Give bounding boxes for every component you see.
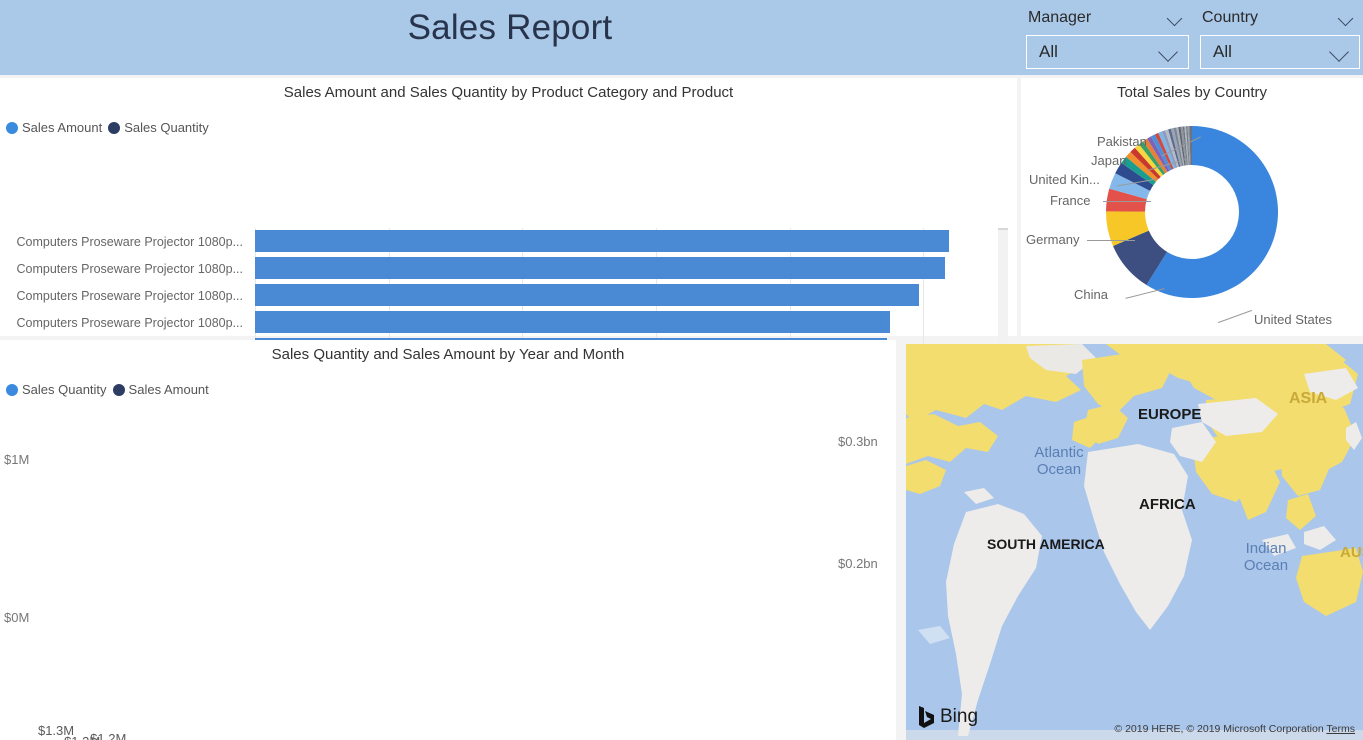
product-bar-track <box>255 309 1003 336</box>
donut-svg <box>1106 126 1278 298</box>
chevron-down-icon[interactable] <box>1167 10 1183 26</box>
trend-left-axis-tick: $0M <box>4 610 30 625</box>
country-donut[interactable]: Pakistan Japan United Kin... France Germany C… <box>1021 100 1363 345</box>
trend-chart-card[interactable]: Sales Quantity and Sales Amount by Year … <box>0 340 896 740</box>
map-label-africa: AFRICA <box>1139 496 1196 513</box>
legend-item-sales-amount[interactable]: Sales Amount <box>112 382 209 397</box>
map-label-australia: AUS <box>1340 544 1363 561</box>
legend-item-sales-quantity[interactable]: Sales Quantity <box>6 382 107 397</box>
trend-left-axis-tick: $1M <box>4 452 30 468</box>
bing-icon <box>919 706 934 728</box>
product-bar-category-label: Computers Proseware Projector 1080p... <box>16 234 244 249</box>
product-bar-row[interactable]: Computers Proseware Projector 1080p... <box>0 255 1003 282</box>
country-donut-chart-card[interactable]: Total Sales by Country Pakistan Japan Unit… <box>1021 78 1363 336</box>
bing-logo[interactable]: Bing <box>918 706 978 728</box>
slicer-country-value: All <box>1213 42 1232 61</box>
slicer-country-label: Country <box>1202 9 1259 26</box>
donut-leader-line <box>1087 240 1135 241</box>
gridline <box>923 309 925 336</box>
dashboard-header: Sales Report Manager All Country All <box>0 0 1363 75</box>
legend-dot-icon <box>108 121 121 134</box>
map-label-atlantic-ocean: Atlantic Ocean <box>1014 444 1104 479</box>
product-bar-track <box>255 255 1003 282</box>
donut-leader-line <box>1103 201 1151 202</box>
product-bar-category-label: Computers Proseware Projector 1080p... <box>16 315 244 330</box>
gridline <box>923 282 925 309</box>
trend-right-axis-tick: $0.2bn <box>838 555 878 571</box>
donut-label-germany: Germany <box>1026 232 1080 247</box>
page-title: Sales Report <box>407 8 613 47</box>
slicer-manager-header[interactable]: Manager <box>1026 6 1189 30</box>
trend-chart-title: Sales Quantity and Sales Amount by Year … <box>271 346 625 363</box>
donut-label-china: China <box>1074 287 1108 302</box>
slicer-manager-label: Manager <box>1028 9 1092 26</box>
donut-label-japan: Japan <box>1091 153 1127 168</box>
product-bar-track <box>255 228 1003 255</box>
product-bar-fill[interactable] <box>255 284 920 306</box>
trend-chart-legend: Sales Quantity Sales Amount <box>6 382 209 397</box>
chevron-down-icon[interactable] <box>1158 42 1178 62</box>
map-terms-link[interactable]: Terms <box>1326 723 1355 735</box>
map-label-indian-ocean: Indian Ocean <box>1226 540 1306 575</box>
map-attribution: © 2019 HERE, © 2019 Microsoft Corporatio… <box>1114 723 1355 735</box>
world-map-visual[interactable]: EUROPE ASIA AFRICA SOUTH AMERICA AUS Atl… <box>906 344 1363 740</box>
product-bar-track <box>255 282 1003 309</box>
legend-label: Sales Quantity <box>22 382 107 397</box>
chevron-down-icon[interactable] <box>1338 10 1354 26</box>
product-bar-chart-title: Sales Amount and Sales Quantity by Produ… <box>283 84 734 101</box>
dashboard-page: Sales Report Manager All Country All Sal <box>0 0 1363 740</box>
product-chart-legend: Sales Amount Sales Quantity <box>6 120 209 135</box>
slicer-manager[interactable]: Manager All <box>1026 6 1189 69</box>
trend-right-axis-tick: $0.3bn <box>838 434 878 450</box>
product-bar-row[interactable]: Computers Proseware Projector 1080p... <box>0 228 1003 255</box>
donut-label-france: France <box>1050 193 1091 208</box>
slicer-country[interactable]: Country All <box>1200 6 1360 69</box>
legend-item-sales-amount[interactable]: Sales Amount <box>6 120 102 135</box>
map-attribution-text: © 2019 HERE, © 2019 Microsoft Corporatio… <box>1114 723 1324 735</box>
country-chart-title: Total Sales by Country <box>1116 84 1268 101</box>
legend-item-sales-quantity[interactable]: Sales Quantity <box>108 120 209 135</box>
ocean-line-2: Ocean <box>1036 461 1082 479</box>
map-label-south-america: SOUTH AMERICA <box>987 536 1105 552</box>
product-bar-category-label: Computers Proseware Projector 1080p... <box>16 261 244 276</box>
product-bar-chart-card[interactable]: Sales Amount and Sales Quantity by Produ… <box>0 78 1017 397</box>
map-label-europe: EUROPE <box>1138 406 1202 423</box>
legend-dot-icon <box>6 383 18 396</box>
legend-dot-icon <box>112 383 125 396</box>
legend-label: Sales Amount <box>128 382 209 397</box>
map-label-asia: ASIA <box>1289 390 1328 407</box>
product-bar-category-label: Computers Proseware Projector 1080p... <box>16 288 244 303</box>
slicer-manager-value: All <box>1039 42 1058 61</box>
product-bar-fill[interactable] <box>255 257 945 279</box>
legend-label: Sales Amount <box>22 120 103 135</box>
legend-label: Sales Quantity <box>124 120 209 135</box>
donut-label-united-kingdom: United Kin... <box>1029 172 1100 187</box>
product-bar-fill[interactable] <box>255 311 890 333</box>
chevron-down-icon[interactable] <box>1329 42 1349 62</box>
ocean-line-1: Atlantic <box>1034 444 1084 461</box>
donut-label-pakistan: Pakistan <box>1097 134 1147 149</box>
trend-bar-value-label: $1.2M <box>90 730 127 740</box>
slicer-country-header[interactable]: Country <box>1200 6 1360 30</box>
legend-dot-icon <box>6 121 18 134</box>
slicer-manager-dropdown[interactable]: All <box>1026 35 1189 69</box>
donut-label-united-states: United States <box>1254 312 1333 327</box>
ocean-line-1: Indian <box>1245 540 1287 557</box>
product-bar-row[interactable]: Computers Proseware Projector 1080p... <box>0 309 1003 336</box>
slicer-country-dropdown[interactable]: All <box>1200 35 1360 69</box>
product-bar-fill[interactable] <box>255 230 949 252</box>
bing-label: Bing <box>940 706 979 727</box>
product-bar-row[interactable]: Computers Proseware Projector 1080p... <box>0 282 1003 309</box>
ocean-line-2: Ocean <box>1243 557 1289 575</box>
